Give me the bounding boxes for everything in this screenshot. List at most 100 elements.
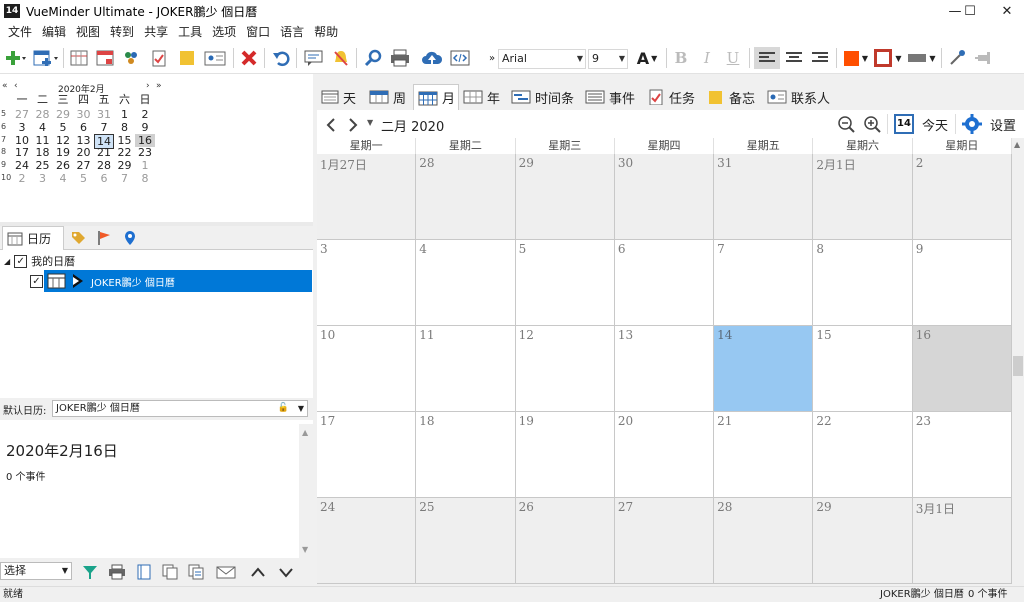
grow-font-button[interactable]: A ▼ [632, 47, 662, 69]
day-cell[interactable]: 5 [515, 240, 615, 326]
mini-day[interactable]: 21 [94, 146, 114, 159]
scroll-down-icon[interactable]: ▼ [302, 545, 308, 554]
mini-day[interactable]: 6 [94, 172, 114, 185]
mini-day[interactable]: 27 [74, 159, 94, 172]
collapse-icon[interactable]: ◢ [4, 257, 10, 266]
paste-button[interactable] [186, 561, 206, 583]
mini-day[interactable]: 25 [33, 159, 53, 172]
day-cell[interactable]: 17 [317, 412, 417, 498]
today-button[interactable]: 14 今天 [891, 113, 951, 135]
mini-day[interactable]: 29 [115, 159, 135, 172]
font-name-combo[interactable]: Arial ▼ [498, 49, 586, 69]
menu-language[interactable]: 语言 [275, 22, 309, 42]
mini-day[interactable]: 9 [135, 121, 155, 134]
day-cell[interactable]: 8 [813, 240, 913, 326]
border-color-button[interactable]: ▼ [872, 47, 904, 69]
day-cell[interactable]: 13 [614, 326, 715, 412]
mini-day[interactable]: 5 [53, 121, 73, 134]
find-button[interactable] [362, 47, 384, 69]
tab-month[interactable]: 月 [413, 84, 459, 110]
menu-edit[interactable]: 编辑 [37, 22, 71, 42]
joker-calendar-checkbox[interactable]: ✓ [30, 274, 43, 288]
day-cell[interactable]: 2 [912, 154, 1012, 240]
mini-day[interactable]: 26 [53, 159, 73, 172]
alarm-off-button[interactable] [330, 47, 352, 69]
italic-button[interactable]: I [696, 47, 718, 69]
day-cell[interactable]: 3月1日 [912, 498, 1012, 584]
day-cell[interactable]: 11 [416, 326, 516, 412]
tree-row-my-calendars[interactable]: ◢ ✓ 我的日曆 [4, 252, 75, 270]
mini-day[interactable]: 24 [12, 159, 32, 172]
mini-day[interactable]: 1 [135, 159, 155, 172]
toolbar-overflow-icon[interactable]: » [487, 47, 497, 69]
mini-day[interactable]: 16 [135, 133, 155, 147]
underline-button[interactable]: U [722, 47, 744, 69]
mini-day[interactable]: 22 [115, 146, 135, 159]
print-day-button[interactable] [106, 561, 128, 583]
zoom-out-button[interactable] [835, 113, 857, 135]
mini-day[interactable]: 19 [53, 146, 73, 159]
day-cell[interactable]: 28 [714, 498, 814, 584]
tab-week[interactable]: 周 [369, 84, 411, 110]
mini-day[interactable]: 28 [94, 159, 114, 172]
mini-day[interactable]: 20 [74, 146, 94, 159]
week-number[interactable]: 6 [1, 122, 11, 131]
mini-day[interactable]: 3 [12, 121, 32, 134]
mini-day[interactable]: 18 [33, 146, 53, 159]
tab-categories[interactable] [70, 226, 92, 250]
tab-day[interactable]: 天 [321, 84, 363, 110]
next-month-icon[interactable]: › [146, 81, 150, 91]
next-month-button[interactable] [343, 114, 363, 136]
font-size-combo[interactable]: 9 ▼ [588, 49, 628, 69]
line-style-button[interactable]: ▼ [906, 47, 938, 69]
mini-day[interactable]: 7 [115, 172, 135, 185]
new-calendar-button[interactable] [32, 47, 60, 69]
filter-button[interactable] [80, 561, 100, 583]
tab-events[interactable]: 事件 [585, 84, 639, 110]
menu-window[interactable]: 窗口 [241, 22, 275, 42]
fill-color-button[interactable]: ▼ [842, 47, 870, 69]
day-cell[interactable]: 16 [912, 326, 1012, 412]
previous-month-button[interactable] [321, 114, 341, 136]
menu-file[interactable]: 文件 [3, 22, 37, 42]
mini-day[interactable]: 4 [53, 172, 73, 185]
mini-day[interactable]: 23 [135, 146, 155, 159]
day-cell[interactable]: 15 [813, 326, 913, 412]
copy-button[interactable] [160, 561, 180, 583]
day-cell[interactable]: 27 [614, 498, 715, 584]
add-button[interactable] [2, 47, 28, 69]
menu-help[interactable]: 帮助 [309, 22, 343, 42]
contact-button[interactable] [202, 47, 228, 69]
page-view-button[interactable] [134, 561, 154, 583]
tab-year[interactable]: 年 [463, 84, 505, 110]
bold-button[interactable]: B [670, 47, 692, 69]
next-button[interactable] [276, 561, 296, 583]
mini-day[interactable]: 3 [33, 172, 53, 185]
eyedropper-button[interactable] [946, 47, 968, 69]
menu-view[interactable]: 视图 [71, 22, 105, 42]
scroll-thumb[interactable] [1013, 356, 1023, 376]
month-grid-scrollbar[interactable]: ▲ [1012, 138, 1024, 584]
week-number[interactable]: 7 [1, 135, 11, 144]
mini-day[interactable]: 17 [12, 146, 32, 159]
scroll-up-icon[interactable]: ▲ [302, 428, 308, 437]
my-calendars-checkbox[interactable]: ✓ [14, 254, 28, 268]
day-cell[interactable]: 3 [317, 240, 417, 326]
delete-button[interactable] [238, 47, 260, 69]
pin-button[interactable] [972, 47, 994, 69]
tab-locations[interactable] [122, 226, 144, 250]
day-cell[interactable]: 24 [317, 498, 417, 584]
mini-day[interactable]: 11 [33, 134, 53, 147]
mini-day[interactable]: 30 [74, 108, 94, 121]
week-number[interactable]: 10 [1, 173, 11, 182]
settings-button[interactable]: 设置 [959, 113, 1019, 135]
day-cell[interactable]: 18 [416, 412, 516, 498]
month-title[interactable]: 二月 2020 [381, 116, 444, 135]
print-layout-button[interactable] [68, 47, 90, 69]
undo-button[interactable] [270, 47, 292, 69]
mini-day[interactable]: 10 [12, 134, 32, 147]
day-cell[interactable]: 21 [714, 412, 814, 498]
email-button[interactable] [214, 561, 238, 583]
day-cell[interactable]: 2月1日 [813, 154, 913, 240]
comment-button[interactable] [302, 47, 326, 69]
